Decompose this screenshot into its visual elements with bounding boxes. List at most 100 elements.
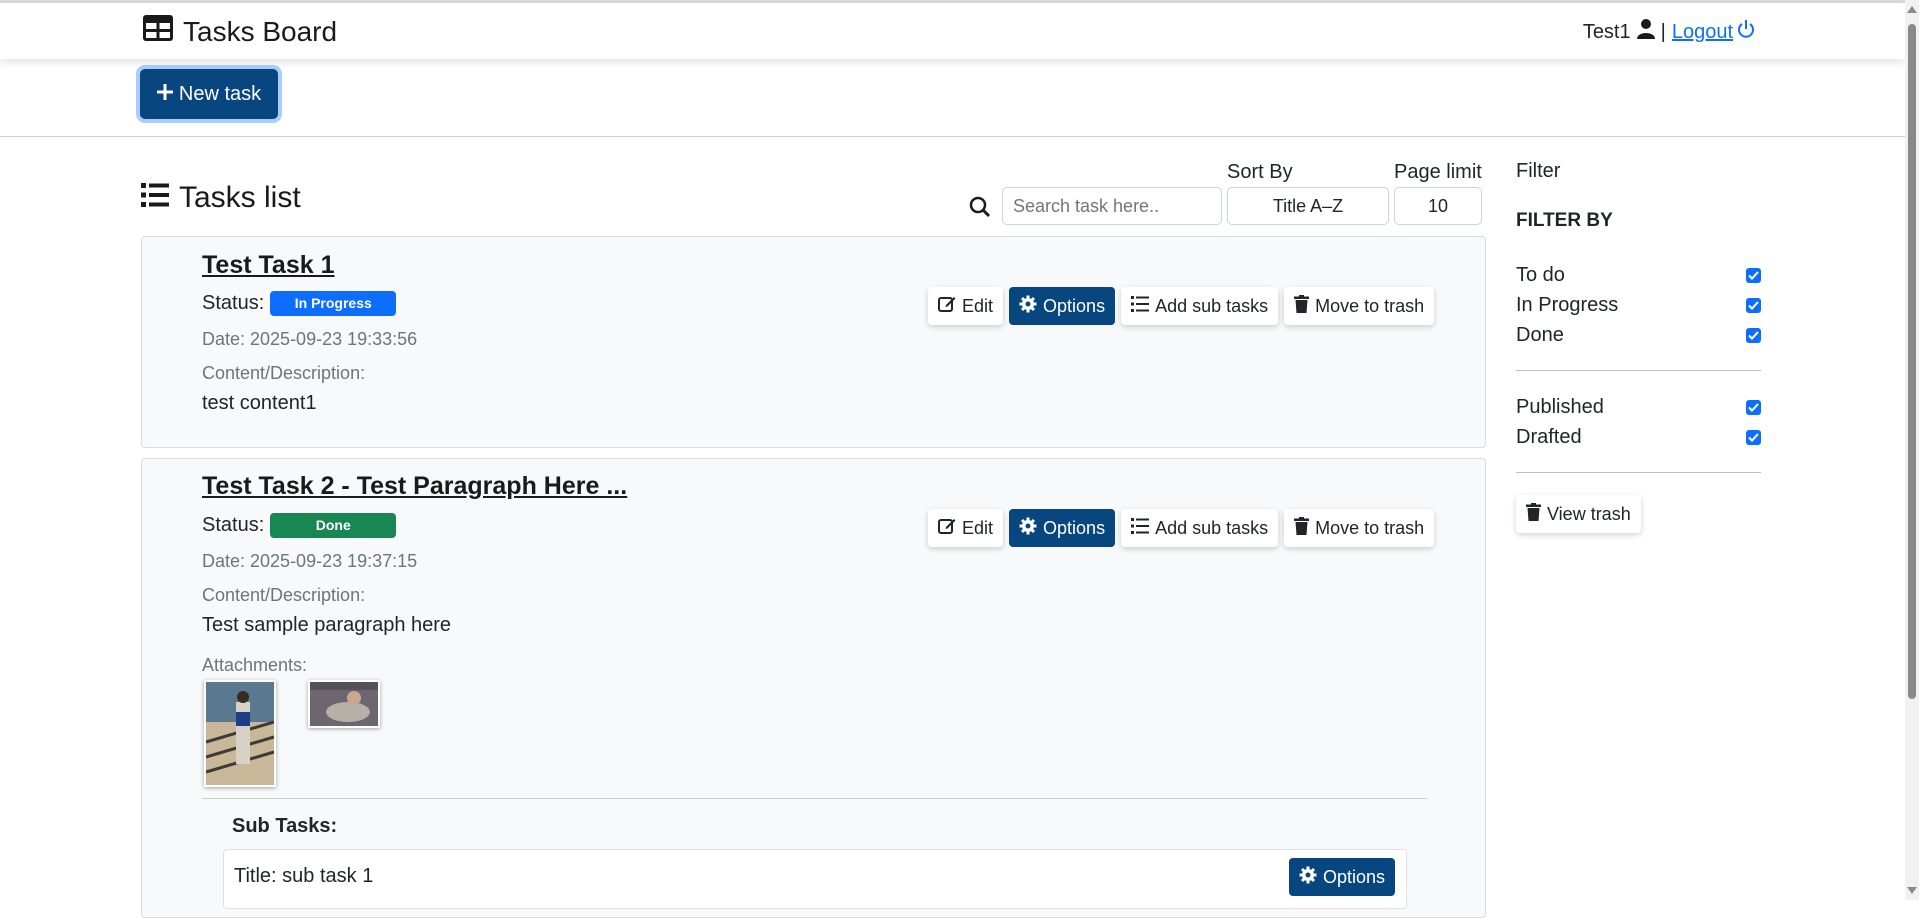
task-date: Date: 2025-09-23 19:33:56 — [202, 329, 418, 349]
filter-published-checkbox[interactable] — [1746, 400, 1761, 415]
separator: | — [1660, 20, 1666, 43]
logout-label: Logout — [1671, 20, 1733, 43]
page-limit-input[interactable]: 10 — [1394, 187, 1482, 225]
filter-in-progress-label: In Progress — [1516, 294, 1619, 316]
status-row: Status: In Progress — [202, 291, 397, 316]
filter-divider — [1516, 370, 1761, 371]
filter-in-progress-checkbox[interactable] — [1746, 298, 1761, 313]
task-title[interactable]: Test Task 2 - Test Paragraph Here ... — [202, 472, 627, 501]
brand-title: Tasks Board — [183, 15, 338, 47]
subtask-options-button[interactable]: Options — [1289, 858, 1396, 896]
filter-todo-label: To do — [1516, 264, 1565, 286]
task-card: Test Task 2 - Test Paragraph Here ... St… — [141, 458, 1486, 918]
task-actions: Edit Options Add sub tasks Move to trash — [928, 509, 1435, 547]
filter-drafted-label: Drafted — [1516, 426, 1582, 448]
status-badge: Done — [270, 513, 397, 538]
filter-drafted-checkbox[interactable] — [1746, 430, 1761, 445]
search-input[interactable] — [1002, 187, 1222, 225]
table-icon — [143, 15, 173, 48]
subtasks-heading: Sub Tasks: — [232, 815, 338, 837]
new-task-bar: New task — [0, 59, 1905, 137]
username: Test1 — [1582, 20, 1631, 43]
status-label: Status: — [202, 292, 265, 314]
move-to-trash-label: Move to trash — [1315, 517, 1425, 538]
content-label: Content/Description: — [202, 585, 366, 605]
edit-label: Edit — [962, 295, 994, 316]
trash-icon — [1526, 502, 1541, 526]
scroll-down-icon[interactable] — [1907, 887, 1917, 894]
filter-drafted[interactable]: Drafted — [1516, 426, 1761, 449]
status-label: Status: — [202, 514, 265, 536]
options-button[interactable]: Options — [1009, 287, 1116, 325]
filter-published-label: Published — [1516, 396, 1604, 418]
options-label: Options — [1043, 517, 1106, 538]
list-icon — [1131, 517, 1150, 539]
add-subtasks-label: Add sub tasks — [1155, 295, 1269, 316]
content-label: Content/Description: — [202, 363, 366, 383]
plus-icon — [156, 83, 173, 106]
scroll-up-icon[interactable] — [1907, 6, 1917, 13]
edit-label: Edit — [962, 517, 994, 538]
task-date: Date: 2025-09-23 19:37:15 — [202, 551, 418, 571]
edit-icon — [938, 517, 956, 540]
logout-link[interactable]: Logout — [1672, 19, 1755, 45]
navbar: Tasks Board Test1 | Logout — [0, 3, 1905, 59]
search-icon — [969, 196, 991, 223]
scrollbar-thumb[interactable] — [1908, 24, 1916, 699]
filter-done-label: Done — [1516, 324, 1564, 346]
attachment-thumbnail[interactable] — [204, 680, 276, 787]
attachments-label: Attachments: — [202, 655, 308, 675]
filter-done-checkbox[interactable] — [1746, 328, 1761, 343]
new-task-button[interactable]: New task — [140, 69, 278, 119]
page-limit-value: 10 — [1427, 195, 1449, 216]
task-content: test content1 — [202, 392, 317, 414]
user-icon — [1636, 19, 1655, 45]
filter-done[interactable]: Done — [1516, 324, 1761, 347]
view-trash-button[interactable]: View trash — [1516, 495, 1641, 533]
move-to-trash-button[interactable]: Move to trash — [1284, 509, 1435, 547]
divider — [202, 798, 1428, 799]
filter-published[interactable]: Published — [1516, 396, 1761, 419]
options-label: Options — [1323, 866, 1386, 887]
add-subtasks-label: Add sub tasks — [1155, 517, 1269, 538]
filter-divider — [1516, 472, 1761, 473]
filter-in-progress[interactable]: In Progress — [1516, 294, 1761, 317]
attachment-thumbnail[interactable] — [308, 680, 380, 728]
add-subtasks-button[interactable]: Add sub tasks — [1121, 287, 1279, 325]
sort-value: Title A–Z — [1272, 195, 1344, 216]
page-scrollbar[interactable] — [1905, 0, 1919, 900]
filter-header: Filter — [1516, 160, 1561, 182]
move-to-trash-button[interactable]: Move to trash — [1284, 287, 1435, 325]
status-badge: In Progress — [270, 291, 397, 316]
view-trash-label: View trash — [1547, 503, 1631, 524]
options-button[interactable]: Options — [1009, 509, 1116, 547]
edit-button[interactable]: Edit — [928, 509, 1004, 547]
subtask-card: Title: sub task 1 Options — [223, 849, 1407, 909]
subtask-title: Title: sub task 1 — [234, 865, 374, 887]
gear-icon — [1019, 517, 1037, 540]
status-row: Status: Done — [202, 513, 397, 538]
sort-select[interactable]: Title A–Z — [1227, 187, 1389, 225]
gear-icon — [1299, 866, 1317, 889]
list-icon — [1131, 295, 1150, 317]
trash-icon — [1294, 294, 1310, 318]
gear-icon — [1019, 295, 1037, 318]
power-icon — [1737, 19, 1755, 45]
page-limit-label: Page limit — [1394, 161, 1482, 183]
edit-button[interactable]: Edit — [928, 287, 1004, 325]
options-label: Options — [1043, 295, 1106, 316]
filter-by-heading: FILTER BY — [1516, 210, 1613, 231]
filter-todo[interactable]: To do — [1516, 264, 1761, 287]
task-actions: Edit Options Add sub tasks Move to trash — [928, 287, 1435, 325]
task-title[interactable]: Test Task 1 — [202, 251, 334, 280]
add-subtasks-button[interactable]: Add sub tasks — [1121, 509, 1279, 547]
tasks-list-title: Tasks list — [141, 181, 301, 215]
filter-todo-checkbox[interactable] — [1746, 268, 1761, 283]
brand[interactable]: Tasks Board — [143, 15, 337, 48]
new-task-label: New task — [178, 82, 262, 105]
move-to-trash-label: Move to trash — [1315, 295, 1425, 316]
user-box: Test1 | Logout — [1583, 19, 1755, 45]
sort-label: Sort By — [1227, 161, 1293, 183]
task-card: Test Task 1 Status: In Progress Date: 20… — [141, 236, 1486, 448]
trash-icon — [1294, 516, 1310, 540]
